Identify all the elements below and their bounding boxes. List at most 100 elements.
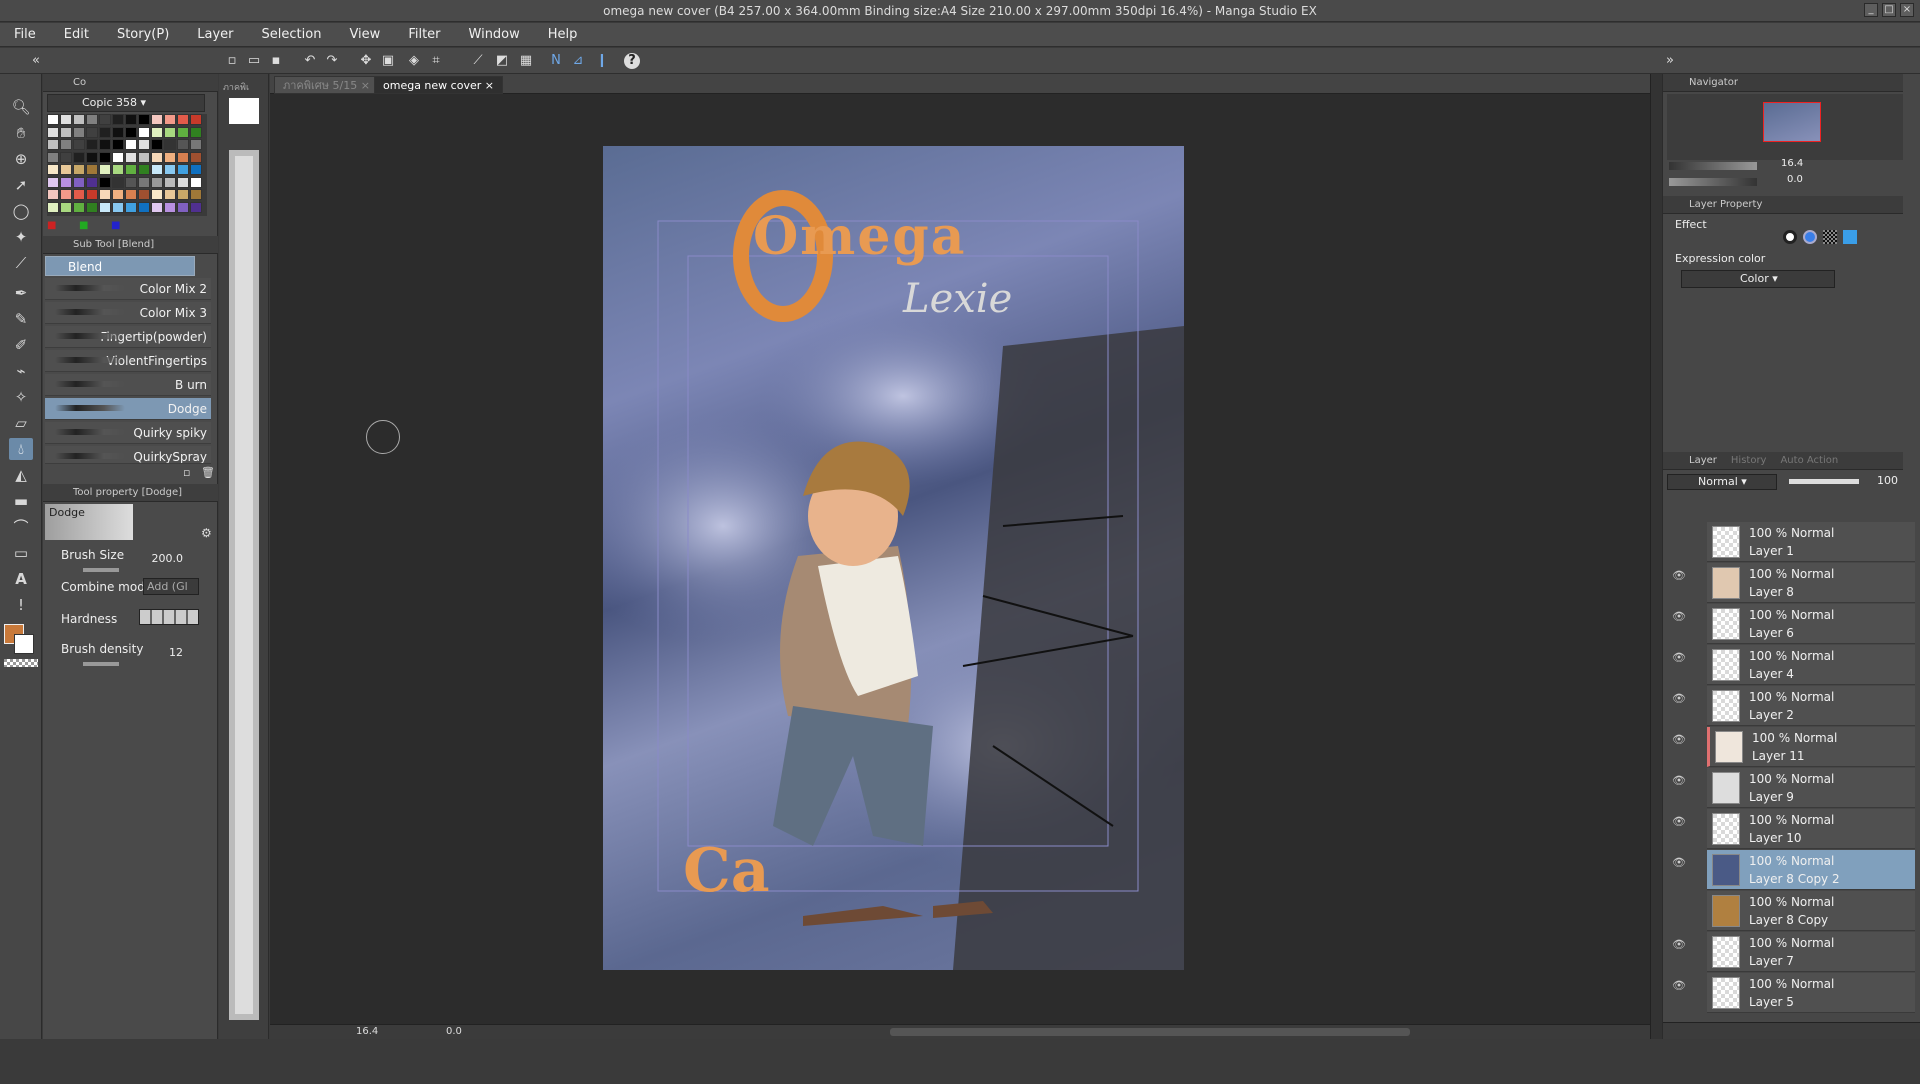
color-swatch[interactable] — [177, 126, 189, 138]
layer-row[interactable]: 100 % Normal Layer 5 — [1707, 973, 1915, 1013]
color-swatch[interactable] — [125, 176, 137, 188]
layer-row-selected[interactable]: 100 % Normal Layer 8 Copy 2 — [1707, 850, 1915, 890]
brush-item[interactable]: Color Mix 2 — [45, 278, 211, 300]
layer-color-icon[interactable] — [1843, 230, 1857, 244]
brush-item[interactable]: Quirky spiky — [45, 422, 211, 444]
color-swatch[interactable] — [190, 164, 202, 175]
color-swatch[interactable] — [86, 189, 98, 200]
brush-item[interactable]: B urn — [45, 374, 211, 396]
color-swatch[interactable] — [60, 151, 72, 163]
figure-tool-icon[interactable]: ⌒ — [9, 516, 33, 538]
color-swatch[interactable] — [99, 151, 111, 163]
color-swatch[interactable] — [86, 151, 98, 163]
open-file-icon[interactable]: ▭ — [246, 53, 262, 69]
navigator-preview[interactable] — [1667, 94, 1903, 160]
color-swatch[interactable] — [177, 201, 189, 213]
color-swatch[interactable] — [177, 139, 189, 150]
palette-select[interactable]: Copic 358 ▾ — [47, 94, 205, 112]
new-file-icon[interactable]: ▫ — [224, 53, 240, 69]
collapse-left-icon[interactable]: « — [28, 53, 44, 69]
color-set-blue[interactable]: ■ — [111, 220, 120, 231]
color-swatch[interactable] — [151, 189, 163, 200]
help-icon[interactable]: ? — [624, 53, 640, 69]
transform-icon[interactable]: ✥ — [358, 53, 374, 69]
color-swatch[interactable] — [47, 139, 59, 150]
color-swatch[interactable] — [125, 201, 137, 213]
color-swatch[interactable] — [47, 114, 59, 125]
color-swatch[interactable] — [190, 151, 202, 163]
grid-icon[interactable]: ▦ — [518, 53, 534, 69]
color-swatch[interactable] — [60, 176, 72, 188]
color-swatch[interactable] — [99, 126, 111, 138]
color-swatch[interactable] — [190, 114, 202, 125]
menu-layer[interactable]: Layer — [183, 23, 247, 46]
maximize-button[interactable]: □ — [1882, 3, 1896, 17]
color-swatch[interactable] — [99, 139, 111, 150]
color-swatch[interactable] — [86, 201, 98, 213]
auto-select-tool-icon[interactable]: ✦ — [9, 226, 33, 248]
color-swatch[interactable] — [60, 201, 72, 213]
layer-row[interactable]: 100 % Normal Layer 9 — [1707, 768, 1915, 808]
color-swatch[interactable] — [138, 151, 150, 163]
undo-icon[interactable]: ↶ — [302, 53, 318, 69]
eye-icon[interactable]: 👁︎ — [1671, 732, 1687, 748]
pen-tool-icon[interactable]: ✒ — [9, 282, 33, 304]
select-all-icon[interactable]: ▣ — [380, 53, 396, 69]
color-swatch[interactable] — [60, 139, 72, 150]
eye-icon[interactable]: 👁︎ — [1671, 978, 1687, 994]
eye-icon[interactable]: 👁︎ — [1671, 691, 1687, 707]
color-swatch[interactable] — [125, 151, 137, 163]
color-swatch[interactable] — [86, 139, 98, 150]
color-swatch[interactable] — [164, 126, 176, 138]
color-swatch[interactable] — [151, 114, 163, 125]
menu-help[interactable]: Help — [534, 23, 592, 46]
color-swatch[interactable] — [112, 201, 124, 213]
layer-row[interactable]: 100 % Normal Layer 2 — [1707, 686, 1915, 726]
color-swatch[interactable] — [177, 176, 189, 188]
eye-icon[interactable]: 👁︎ — [1671, 855, 1687, 871]
color-swatch[interactable] — [177, 189, 189, 200]
color-swatch[interactable] — [112, 176, 124, 188]
color-swatch[interactable] — [60, 114, 72, 125]
color-swatch[interactable] — [151, 151, 163, 163]
color-swatch[interactable] — [73, 189, 85, 200]
ruler-icon[interactable]: ⟋ — [470, 53, 486, 69]
color-swatch[interactable] — [138, 114, 150, 125]
fill-icon[interactable]: ◈ — [406, 53, 422, 69]
color-swatch[interactable] — [177, 114, 189, 125]
subtool-group-blend[interactable]: Blend — [45, 256, 195, 276]
color-swatch[interactable] — [164, 114, 176, 125]
color-swatch[interactable] — [99, 114, 111, 125]
minimize-button[interactable]: _ — [1864, 3, 1878, 17]
color-swatch[interactable] — [164, 176, 176, 188]
brush-item[interactable]: Fingertip(powder) — [45, 326, 211, 348]
color-swatch[interactable] — [73, 201, 85, 213]
snap-special-icon[interactable]: ⊿ — [570, 53, 586, 69]
collapse-right-icon[interactable]: » — [1662, 53, 1678, 69]
color-swatch[interactable] — [138, 126, 150, 138]
tab-history[interactable]: History — [1731, 452, 1767, 469]
layer-row[interactable]: 100 % Normal Layer 11 — [1707, 727, 1915, 767]
layer-row[interactable]: 100 % Normal Layer 1 — [1707, 522, 1915, 562]
color-swatch[interactable] — [125, 189, 137, 200]
gradient-tool-icon[interactable]: ▬ — [9, 490, 33, 512]
color-swatch[interactable] — [138, 189, 150, 200]
color-swatch[interactable] — [190, 126, 202, 138]
expression-color-select[interactable]: Color ▾ — [1681, 270, 1835, 288]
tab-layer[interactable]: Layer — [1689, 452, 1717, 469]
brush-size-slider[interactable] — [83, 568, 119, 572]
brush-density-value[interactable]: 12 — [153, 646, 183, 659]
color-swatch[interactable] — [47, 189, 59, 200]
menu-edit[interactable]: Edit — [50, 23, 103, 46]
brush-item[interactable]: ViolentFingertips — [45, 350, 211, 372]
brush-item[interactable]: Color Mix 3 — [45, 302, 211, 324]
color-swatch[interactable] — [138, 176, 150, 188]
color-set-grid[interactable] — [47, 114, 207, 216]
layer-row[interactable]: 100 % Normal Layer 8 Copy — [1707, 891, 1915, 931]
doc-tab[interactable]: ภาคพิเศษ 5/15 × — [274, 76, 379, 94]
redo-icon[interactable]: ↷ — [324, 53, 340, 69]
color-swatch[interactable] — [151, 164, 163, 175]
color-swatch[interactable] — [47, 126, 59, 138]
color-swatch[interactable] — [164, 201, 176, 213]
pencil-tool-icon[interactable]: ✎ — [9, 308, 33, 330]
